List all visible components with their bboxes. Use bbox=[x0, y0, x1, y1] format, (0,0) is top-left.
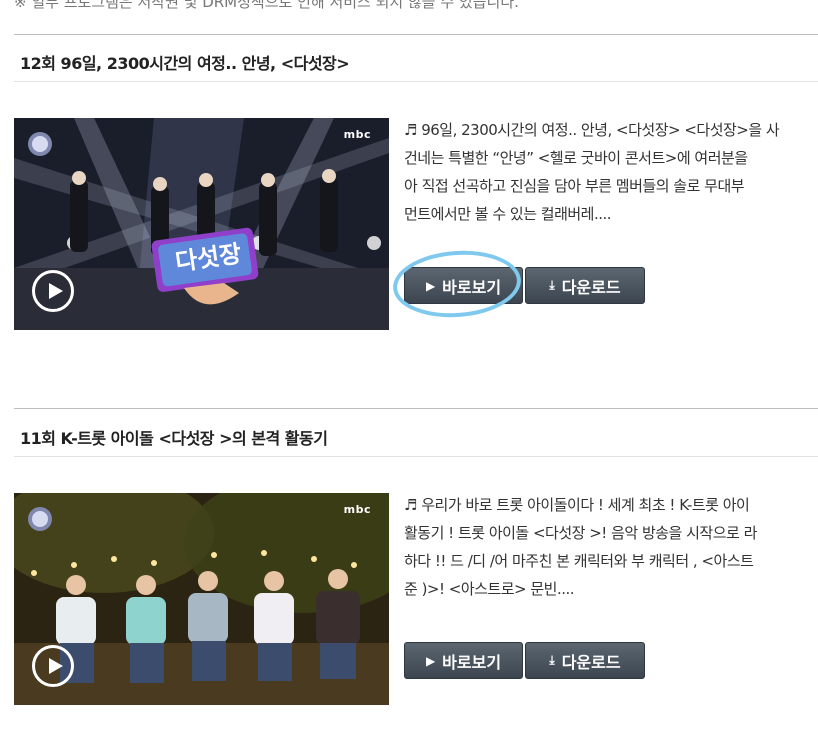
episode-title[interactable]: 11회 K-트롯 아이돌 <다섯장 >의 본격 활동기 bbox=[20, 425, 328, 449]
divider bbox=[14, 81, 818, 82]
description-line: 준 )>! <아스트로> 문빈.... bbox=[404, 580, 575, 598]
download-button[interactable]: ⤓ 다운로드 bbox=[525, 267, 645, 304]
episode-description: ♬ 우리가 바로 트롯 아이돌이다 ! 세계 최초 ! K-트롯 아이 활동기 … bbox=[404, 491, 816, 603]
drm-notice: ※ 일부 프로그램은 저작권 및 DRM정책으로 인해 서비스 되지 않을 수 … bbox=[14, 0, 519, 11]
description-line: ♬ 우리가 바로 트롯 아이돌이다 ! 세계 최초 ! K-트롯 아이 bbox=[404, 496, 750, 514]
play-icon[interactable] bbox=[32, 645, 74, 687]
episode-thumbnail[interactable]: mbc bbox=[14, 493, 389, 705]
description-line: 건네는 특별한 “안녕” <헬로 굿바이 콘서트>에 여러분을 bbox=[404, 149, 748, 167]
watch-button-label: 바로보기 bbox=[442, 277, 502, 297]
episode-description: ♬ 96일, 2300시간의 여정.. 안녕, <다섯장> <다섯장>을 사 건… bbox=[404, 116, 816, 228]
download-button-label: 다운로드 bbox=[561, 652, 621, 672]
description-line: ♬ 96일, 2300시간의 여정.. 안녕, <다섯장> <다섯장>을 사 bbox=[404, 121, 780, 139]
play-triangle-icon: ▶ bbox=[425, 278, 436, 293]
divider bbox=[14, 408, 818, 409]
episode-title[interactable]: 12회 96일, 2300시간의 여정.. 안녕, <다섯장> bbox=[20, 50, 350, 74]
description-line: 활동기 ! 트롯 아이돌 <다섯장 >! 음악 방송을 시작으로 라 bbox=[404, 524, 757, 542]
download-icon: ⤓ bbox=[549, 653, 555, 667]
divider bbox=[14, 34, 818, 35]
download-icon: ⤓ bbox=[549, 278, 555, 292]
description-line: 먼트에서만 볼 수 있는 컬래버레.... bbox=[404, 205, 612, 223]
description-line: 하다 !! 드 /디 /어 마주친 본 캐릭터와 부 캐릭터 , <아스트 bbox=[404, 552, 754, 570]
download-button-label: 다운로드 bbox=[561, 277, 621, 297]
watch-button[interactable]: ▶ 바로보기 bbox=[404, 642, 523, 679]
watch-button-label: 바로보기 bbox=[442, 652, 502, 672]
broadcaster-logo: mbc bbox=[343, 503, 371, 516]
episode-thumbnail[interactable]: 다섯장 mbc bbox=[14, 118, 389, 330]
watch-button[interactable]: ▶ 바로보기 bbox=[404, 267, 523, 304]
broadcaster-logo: mbc bbox=[343, 128, 371, 141]
description-line: 아 직접 선곡하고 진심을 담아 부른 멤버들의 솔로 무대부 bbox=[404, 177, 745, 195]
download-button[interactable]: ⤓ 다운로드 bbox=[525, 642, 645, 679]
divider bbox=[14, 456, 818, 457]
play-triangle-icon: ▶ bbox=[425, 653, 436, 668]
play-icon[interactable] bbox=[32, 270, 74, 312]
